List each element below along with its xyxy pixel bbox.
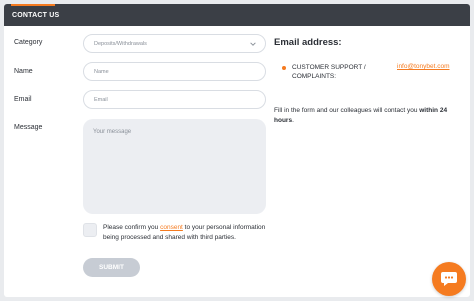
info-text-before: Fill in the form and our colleagues will… bbox=[274, 107, 420, 114]
name-field[interactable]: Name bbox=[83, 62, 266, 81]
email-field[interactable]: Email bbox=[83, 90, 266, 109]
category-select[interactable]: Deposits/Withdrawals bbox=[83, 34, 266, 53]
chat-icon bbox=[441, 272, 457, 286]
info-text-after: . bbox=[292, 116, 294, 124]
bullet-dot-icon bbox=[282, 66, 286, 70]
email-address-heading: Email address: bbox=[274, 37, 342, 48]
name-placeholder: Name bbox=[94, 68, 109, 75]
category-label: Category bbox=[14, 39, 43, 46]
consent-text-before: Please confirm you bbox=[103, 224, 161, 231]
contact-panel: CONTACT US Category Deposits/Withdrawals… bbox=[4, 4, 470, 297]
name-label: Name bbox=[14, 68, 33, 75]
message-textarea[interactable]: Your message bbox=[83, 119, 266, 214]
page-title: CONTACT US bbox=[12, 11, 60, 19]
chevron-down-icon bbox=[250, 42, 256, 46]
header-accent-bar bbox=[11, 4, 55, 6]
email-placeholder: Email bbox=[94, 96, 108, 103]
email-label: Email bbox=[14, 96, 32, 103]
chat-button[interactable] bbox=[432, 262, 466, 296]
consent-link[interactable]: consent bbox=[160, 224, 183, 231]
message-label: Message bbox=[14, 124, 43, 131]
message-placeholder: Your message bbox=[93, 129, 132, 135]
support-label: CUSTOMER SUPPORT / COMPLAINTS: bbox=[292, 64, 366, 80]
submit-button[interactable]: SUBMIT bbox=[83, 258, 140, 277]
info-text: Fill in the form and our colleagues will… bbox=[274, 106, 464, 125]
consent-text: Please confirm you consent to your perso… bbox=[103, 223, 273, 242]
support-email-link[interactable]: info@tonybet.com bbox=[397, 63, 450, 70]
consent-checkbox[interactable] bbox=[83, 223, 97, 237]
panel-header: CONTACT US bbox=[4, 4, 470, 26]
category-value: Deposits/Withdrawals bbox=[94, 40, 147, 47]
